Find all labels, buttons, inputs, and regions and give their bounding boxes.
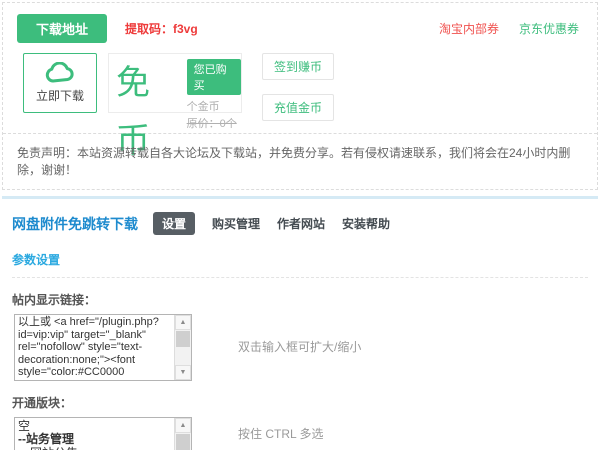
link-textarea-frame: 以上或 <a href="/plugin.php?id=vip:vip" tar… — [14, 314, 192, 381]
download-address-button[interactable]: 下载地址 — [17, 14, 107, 43]
tab-purchase-management[interactable]: 购买管理 — [212, 215, 260, 232]
plugin-settings-panel: 网盘附件免跳转下载 设置 购买管理 作者网站 安装帮助 参数设置 帖内显示链接：… — [2, 196, 598, 450]
purchased-badge: 您已购买 — [187, 59, 241, 95]
download-section: 下载地址 提取码：f3vg 淘宝内部券 京东优惠券 立即下载 免币 您已购买 个… — [2, 2, 598, 190]
cloud-download-icon — [45, 62, 75, 84]
page: 下载地址 提取码：f3vg 淘宝内部券 京东优惠券 立即下载 免币 您已购买 个… — [0, 0, 600, 450]
download-now-label: 立即下载 — [36, 87, 84, 104]
taobao-coupon-link[interactable]: 淘宝内部券 — [439, 20, 499, 37]
multiselect-ctrl-hint: 按住 CTRL 多选 — [238, 425, 324, 442]
tab-settings[interactable]: 设置 — [153, 212, 195, 235]
forum-option-list: 空 --站务管理 网站公告 『投诉|建议|求助』 --爱客CMS专区 模板发布 … — [15, 418, 174, 450]
disclaimer-text: 免责声明：本站资源转载自各大论坛及下载站，并免费分享。若有侵权请速联系，我们将会… — [3, 133, 597, 189]
coin-details: 您已购买 个金币 原价：0个 — [187, 54, 241, 112]
scroll-up-icon[interactable]: ▲ — [175, 418, 191, 433]
list-item[interactable]: --站务管理 — [15, 433, 174, 446]
tab-author-website[interactable]: 作者网站 — [277, 215, 325, 232]
recharge-coins-button[interactable]: 充值金币 — [262, 94, 334, 121]
panel-header: 网盘附件免跳转下载 设置 购买管理 作者网站 安装帮助 — [2, 199, 598, 243]
forum-select-label: 开通版块： — [12, 394, 588, 411]
link-field-row: 以上或 <a href="/plugin.php?id=vip:vip" tar… — [2, 314, 598, 381]
forum-multiselect: 空 --站务管理 网站公告 『投诉|建议|求助』 --爱客CMS专区 模板发布 … — [14, 417, 192, 450]
list-scrollbar[interactable]: ▲ ▼ — [174, 418, 191, 450]
download-widgets-row: 立即下载 免币 您已购买 个金币 原价：0个 签到赚币 充值金币 — [3, 49, 597, 133]
section-title-parameters: 参数设置 — [12, 251, 588, 278]
scroll-up-icon[interactable]: ▲ — [175, 315, 191, 330]
download-header-row: 下载地址 提取码：f3vg 淘宝内部券 京东优惠券 — [3, 3, 597, 49]
tab-install-help[interactable]: 安装帮助 — [342, 215, 390, 232]
scrollbar-thumb[interactable] — [176, 434, 190, 450]
coin-action-buttons: 签到赚币 充值金币 — [262, 53, 334, 121]
original-price-text: 原价：0个 — [187, 115, 241, 131]
link-field-label: 帖内显示链接： — [12, 291, 588, 308]
scroll-down-icon[interactable]: ▼ — [175, 365, 191, 380]
jd-coupon-link[interactable]: 京东优惠券 — [519, 20, 579, 37]
coin-unit-text: 个金币 — [187, 98, 241, 114]
download-now-button[interactable]: 立即下载 — [23, 53, 97, 113]
coin-price-box: 免币 您已购买 个金币 原价：0个 — [108, 53, 242, 113]
panel-title: 网盘附件免跳转下载 — [12, 214, 138, 234]
textarea-resize-hint: 双击输入框可扩大/缩小 — [238, 338, 361, 355]
signin-earn-coins-button[interactable]: 签到赚币 — [262, 53, 334, 80]
forum-select-row: 空 --站务管理 网站公告 『投诉|建议|求助』 --爱客CMS专区 模板发布 … — [2, 417, 598, 450]
scrollbar-thumb[interactable] — [176, 331, 190, 347]
textarea-scrollbar[interactable]: ▲ ▼ — [174, 315, 191, 380]
extract-code-text: 提取码：f3vg — [125, 20, 198, 37]
free-coin-label: 免币 — [116, 54, 182, 112]
link-code-textarea[interactable]: 以上或 <a href="/plugin.php?id=vip:vip" tar… — [15, 315, 174, 380]
